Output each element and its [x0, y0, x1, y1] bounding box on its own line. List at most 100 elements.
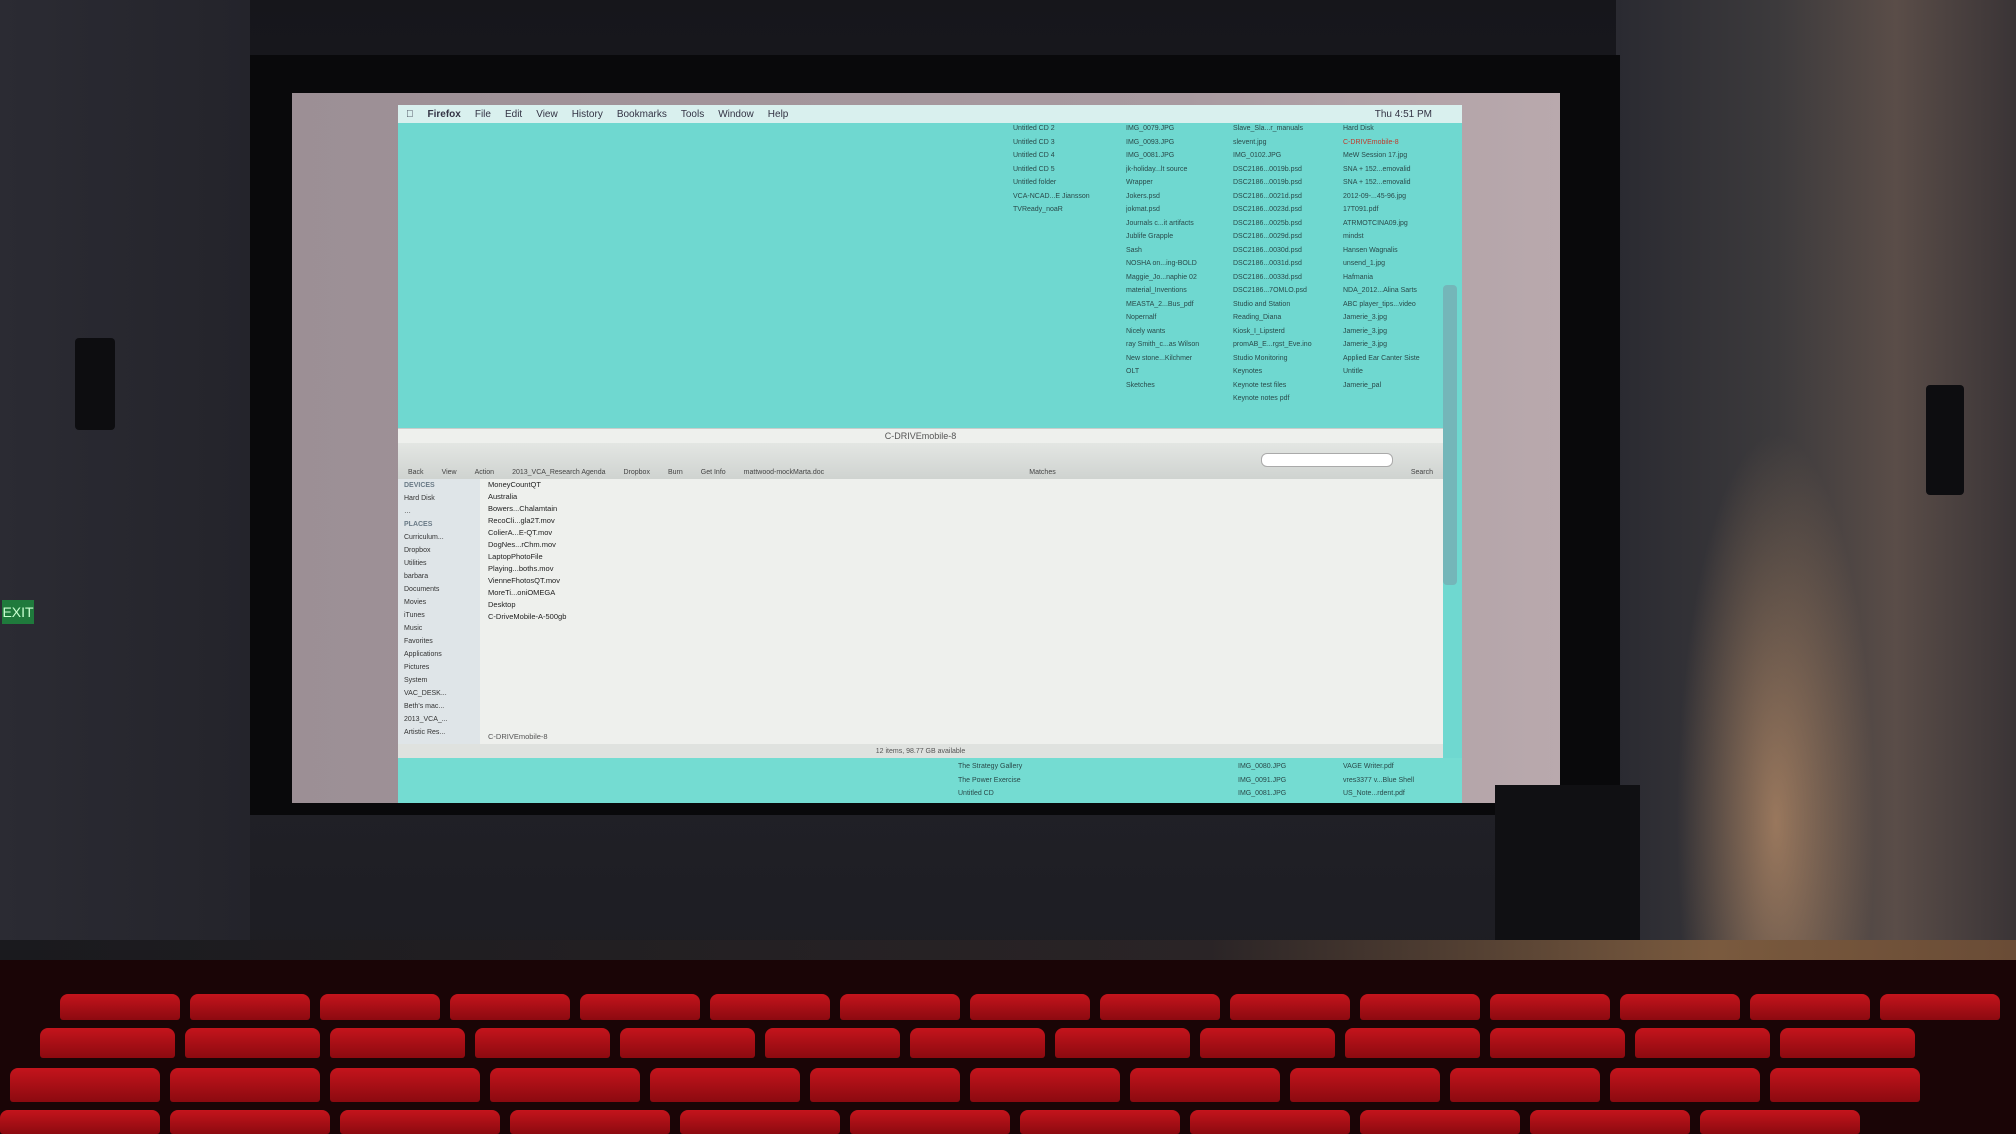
desktop-icon[interactable]: IMG_0081.JPG [1126, 149, 1236, 163]
file-item[interactable]: Australia [488, 491, 688, 503]
desktop-icon[interactable]: Hafmania [1343, 271, 1453, 285]
desktop-icon[interactable]: Studio and Station [1233, 298, 1343, 312]
sidebar-item[interactable]: Favorites [404, 635, 480, 648]
desktop-icon[interactable]: The Power Exercise [958, 774, 1068, 788]
desktop-icon[interactable]: IMG_0079.JPG [1126, 122, 1236, 136]
desktop-icon[interactable]: NDA_2012...Alina Sarts [1343, 284, 1453, 298]
desktop-icon[interactable]: Untitled folder [1013, 176, 1123, 190]
desktop-icon[interactable]: 2012-09-...45-96.jpg [1343, 190, 1453, 204]
desktop-icon[interactable]: Jokers.psd [1126, 190, 1236, 204]
desktop-icon[interactable]: US_Note...rdent.pdf [1343, 787, 1453, 801]
desktop-icon[interactable]: DSC2186...0031d.psd [1233, 257, 1343, 271]
sidebar-item[interactable]: Documents [404, 583, 480, 596]
desktop-icon[interactable]: IMG_0091.JPG [1238, 774, 1348, 788]
desktop-icon[interactable]: DSC2186...0019b.psd [1233, 163, 1343, 177]
desktop-icon[interactable]: DSC2186...0033d.psd [1233, 271, 1343, 285]
burn-button[interactable]: Burn [668, 469, 683, 476]
file-item[interactable]: ColierA...E-QT.mov [488, 527, 688, 539]
desktop-icon[interactable]: Untitled CD 4 [1013, 149, 1123, 163]
file-item[interactable]: Playing...boths.mov [488, 563, 688, 575]
sidebar-item[interactable]: Hard Disk [404, 492, 480, 505]
finder-window[interactable]: C-DRIVEmobile-8 Back View Action 2013_VC… [398, 428, 1443, 759]
desktop-icon[interactable]: ATRMOTCINA09.jpg [1343, 217, 1453, 231]
doc-shortcut[interactable]: mattwood-mockMarta.doc [744, 469, 825, 476]
file-item[interactable]: MoreTi...oniOMEGA [488, 587, 688, 599]
desktop-icon[interactable]: jk-holiday...lt source [1126, 163, 1236, 177]
desktop-icon[interactable]: C-DRIVEmobile-8 [1343, 136, 1453, 150]
sidebar-item[interactable]: barbara [404, 570, 480, 583]
desktop-icon[interactable]: IMG_0081.JPG [1238, 787, 1348, 801]
sidebar-item[interactable]: Dropbox [404, 544, 480, 557]
desktop-icon[interactable]: Nicely wants [1126, 325, 1236, 339]
desktop-icon[interactable]: ABC player_tips...video [1343, 298, 1453, 312]
desktop-icon[interactable]: Jamerie_3.jpg [1343, 311, 1453, 325]
desktop-icon[interactable]: Reading_Diana [1233, 311, 1343, 325]
sidebar-item[interactable]: 2013_VCA_... [404, 713, 480, 726]
dropbox-button[interactable]: Dropbox [623, 469, 649, 476]
desktop-icon[interactable]: SNA + 152...emovalid [1343, 176, 1453, 190]
get-info-button[interactable]: Get Info [701, 469, 726, 476]
desktop-icon[interactable]: Maggie_Jo...naphie 02 [1126, 271, 1236, 285]
desktop-icon[interactable]: slevent.jpg [1233, 136, 1343, 150]
matches-button[interactable]: Matches [1029, 469, 1055, 476]
desktop-icon[interactable]: Nopernalf [1126, 311, 1236, 325]
file-item[interactable]: Desktop [488, 599, 688, 611]
dock[interactable] [1443, 285, 1457, 585]
sidebar-item[interactable]: Beth's mac... [404, 700, 480, 713]
desktop-icon[interactable]: Jamerie_3.jpg [1343, 338, 1453, 352]
sidebar-item[interactable]: System [404, 674, 480, 687]
action-button[interactable]: Action [475, 469, 494, 476]
file-item[interactable]: LaptopPhotoFile [488, 551, 688, 563]
desktop-icon[interactable]: VAGE Writer.pdf [1343, 760, 1453, 774]
desktop-icon[interactable]: Hansen Wagnalis [1343, 244, 1453, 258]
file-item[interactable]: Bowers...Chalamtain [488, 503, 688, 515]
desktop-icon[interactable]: IMG_0093.JPG [1126, 136, 1236, 150]
desktop-icon[interactable]: DSC2186...7OMLO.psd [1233, 284, 1343, 298]
menu-view[interactable]: View [536, 109, 558, 120]
sidebar-item[interactable]: Utilities [404, 557, 480, 570]
desktop-icon[interactable]: Journals c...it artifacts [1126, 217, 1236, 231]
sidebar-item[interactable]: … [404, 505, 480, 518]
menu-tools[interactable]: Tools [681, 109, 704, 120]
view-button[interactable]: View [442, 469, 457, 476]
desktop-icon[interactable]: VCA-NCAD...E Jiansson [1013, 190, 1123, 204]
menu-window[interactable]: Window [718, 109, 754, 120]
file-item[interactable]: DogNes...rChm.mov [488, 539, 688, 551]
desktop-icon[interactable]: IMG_0080.JPG [1238, 760, 1348, 774]
desktop-icon[interactable]: The Strategy Gallery [958, 760, 1068, 774]
sidebar-item[interactable]: Pictures [404, 661, 480, 674]
desktop-icon[interactable]: IMG_0102.JPG [1233, 149, 1343, 163]
desktop-icon[interactable]: Applied Ear Canter Siste [1343, 352, 1453, 366]
desktop-icon[interactable]: TVReady_noaR [1013, 203, 1123, 217]
desktop-icon[interactable]: Slave_Sla...r_manuals [1233, 122, 1343, 136]
desktop-icon[interactable]: Wrapper [1126, 176, 1236, 190]
desktop-icon[interactable]: material_Inventions [1126, 284, 1236, 298]
sidebar-item[interactable]: Applications [404, 648, 480, 661]
sidebar-item[interactable]: Artistic Res... [404, 726, 480, 739]
menubar-clock[interactable]: Thu 4:51 PM [1375, 109, 1432, 120]
apple-icon[interactable]:  [406, 109, 414, 120]
desktop-icon[interactable]: Sash [1126, 244, 1236, 258]
desktop-icon[interactable]: Untitled CD 3 [1013, 136, 1123, 150]
desktop-icon[interactable]: New stone...Kilchmer [1126, 352, 1236, 366]
sidebar-item[interactable]: VAC_DESK... [404, 687, 480, 700]
menu-history[interactable]: History [572, 109, 603, 120]
folder-shortcut-research[interactable]: 2013_VCA_Research Agenda [512, 469, 605, 476]
file-item[interactable]: RecoCli...gla2T.mov [488, 515, 688, 527]
menu-help[interactable]: Help [768, 109, 789, 120]
desktop-icon[interactable]: 17T091.pdf [1343, 203, 1453, 217]
sidebar-item[interactable]: Curriculum... [404, 531, 480, 544]
menu-bookmarks[interactable]: Bookmarks [617, 109, 667, 120]
back-button[interactable]: Back [408, 469, 424, 476]
desktop-icon[interactable]: Untitled CD 5 [1013, 163, 1123, 177]
desktop-icon[interactable]: Jamerie_3.jpg [1343, 325, 1453, 339]
sidebar-item[interactable]: Music [404, 622, 480, 635]
desktop-icon[interactable]: Studio Monitoring [1233, 352, 1343, 366]
file-item[interactable]: C-DriveMobile-A-500gb [488, 611, 688, 623]
menu-edit[interactable]: Edit [505, 109, 522, 120]
menu-firefox[interactable]: Firefox [428, 109, 461, 120]
sidebar-item[interactable]: Movies [404, 596, 480, 609]
desktop-icon[interactable]: DSC2186...0030d.psd [1233, 244, 1343, 258]
desktop-icon[interactable]: OLT [1126, 365, 1236, 379]
desktop-icon[interactable]: DSC2186...0019b.psd [1233, 176, 1343, 190]
